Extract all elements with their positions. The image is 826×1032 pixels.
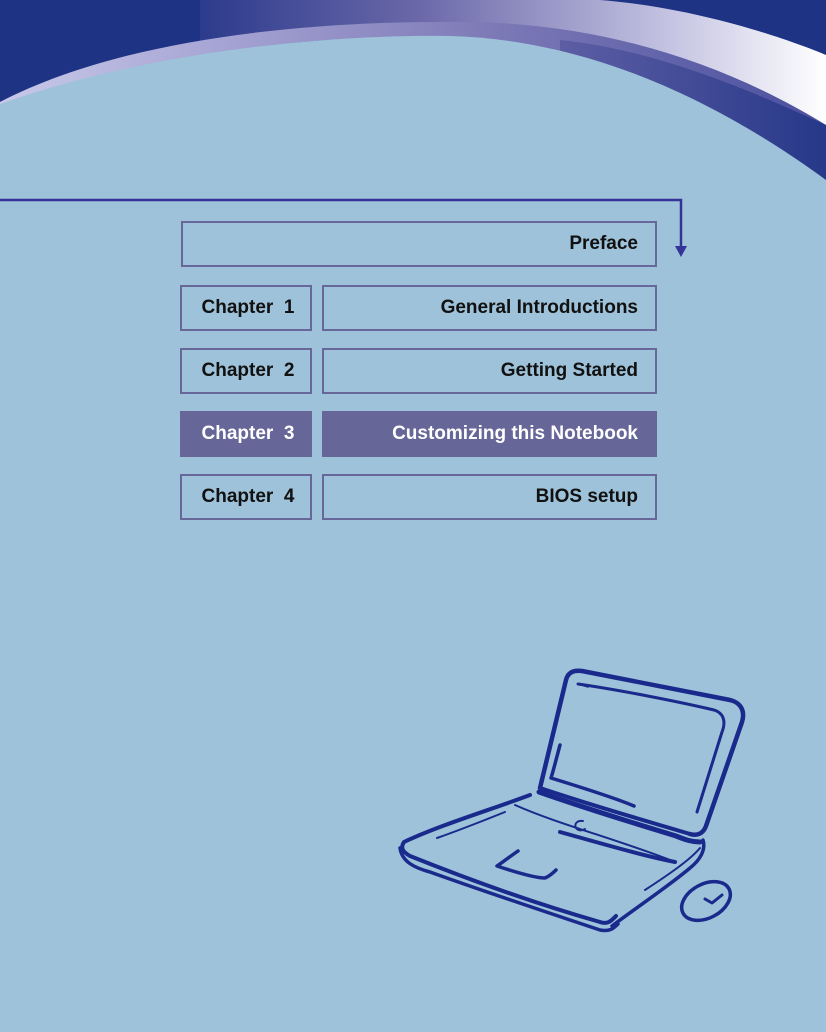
chapter-2-title-label: Getting Started bbox=[500, 360, 638, 381]
chapter-1-title-button[interactable]: General Introductions bbox=[322, 285, 657, 331]
mouse-icon bbox=[679, 879, 733, 923]
chapter-1-number-label: Chapter 1 bbox=[201, 297, 295, 318]
arrow-down-icon bbox=[675, 246, 687, 257]
chapter-3-number-label: Chapter 3 bbox=[201, 423, 295, 444]
chapter-4-number-button[interactable]: Chapter 4 bbox=[180, 474, 312, 520]
laptop-screen-icon bbox=[576, 682, 726, 814]
trackpad-icon bbox=[495, 849, 558, 880]
laptop-base-icon bbox=[400, 793, 618, 925]
power-button-icon bbox=[574, 819, 586, 832]
chapter-2-number-button[interactable]: Chapter 2 bbox=[180, 348, 312, 394]
chapter-4-number-label: Chapter 4 bbox=[201, 486, 295, 507]
chapter-4-title-button[interactable]: BIOS setup bbox=[322, 474, 657, 520]
chapter-2-title-button[interactable]: Getting Started bbox=[322, 348, 657, 394]
laptop-lid-icon bbox=[537, 668, 746, 837]
chapter-3-title-label: Customizing this Notebook bbox=[392, 423, 638, 444]
chapter-3-number-button[interactable]: Chapter 3 bbox=[180, 411, 312, 457]
preface-label: Preface bbox=[569, 233, 638, 254]
preface-button[interactable]: Preface bbox=[181, 221, 657, 267]
chapter-4-title-label: BIOS setup bbox=[535, 486, 638, 507]
chapter-3-title-button[interactable]: Customizing this Notebook bbox=[322, 411, 657, 457]
chapter-1-number-button[interactable]: Chapter 1 bbox=[180, 285, 312, 331]
chapter-1-title-label: General Introductions bbox=[440, 297, 638, 318]
chapter-2-number-label: Chapter 2 bbox=[201, 360, 295, 381]
